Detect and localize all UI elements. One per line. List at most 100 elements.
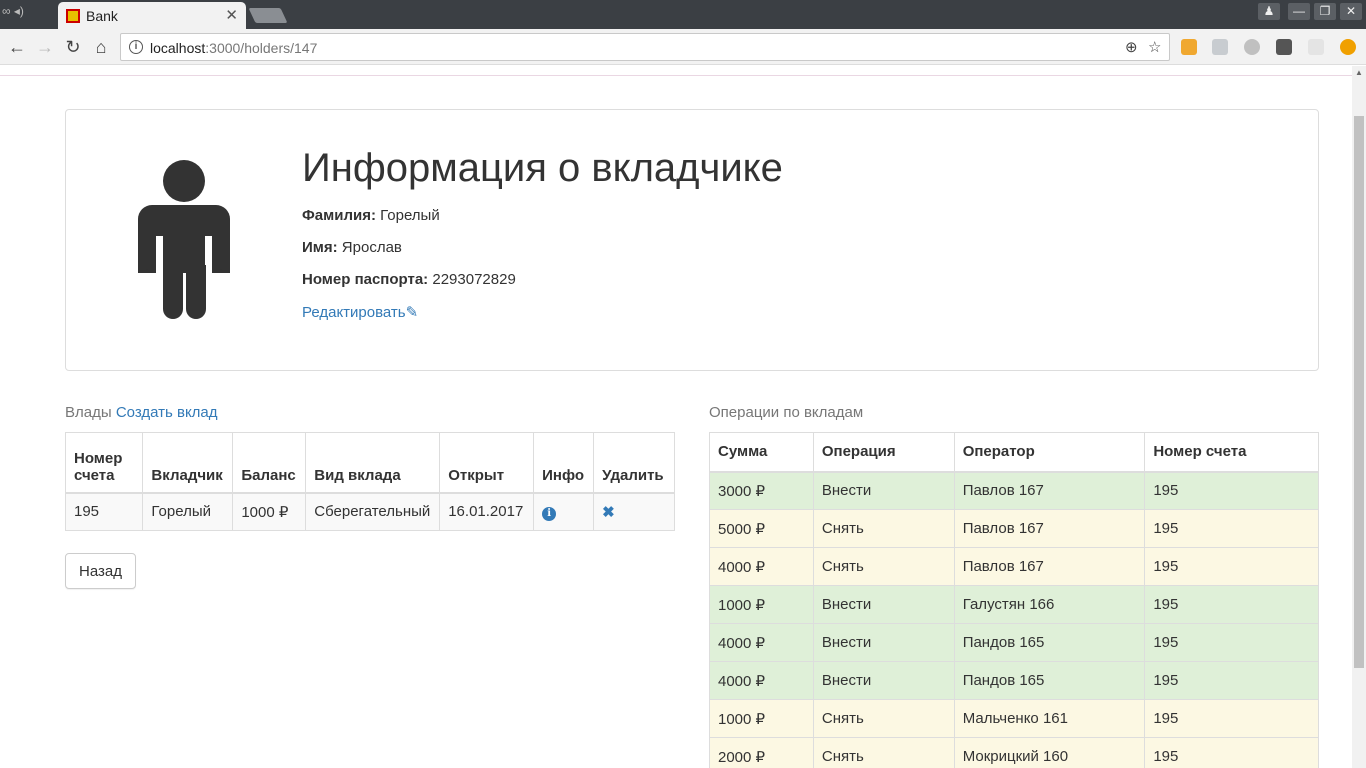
col-operator: Оператор (953, 432, 1146, 473)
audio-tab-icon[interactable]: ∞ ◂) (2, 4, 54, 26)
cell-delete: ✖ (593, 492, 675, 531)
tab-strip: ∞ ◂) Bank ✕ ♟ — ❐ ✕ (0, 0, 1366, 29)
cell-amount: 4000 ₽ (709, 623, 814, 662)
passport-line: Номер паспорта: 2293072829 (302, 271, 516, 288)
browser-toolbar: ← → ↻ ⌂ i localhost:3000/holders/147 ⊕ ☆ (0, 29, 1366, 65)
cell-operation: Снять (812, 509, 955, 548)
holder-info-panel: Информация о вкладчике Фамилия: Горелый … (65, 109, 1319, 371)
bulb-extension-icon[interactable] (1276, 39, 1292, 55)
table-row: 4000 ₽ Внести Пандов 165 195 (709, 661, 1319, 700)
cell-account-number: 195 (1144, 737, 1319, 768)
profile-icon[interactable]: ♟ (1258, 3, 1280, 20)
passport-value: 2293072829 (432, 271, 516, 288)
col-operation: Операция (812, 432, 955, 473)
scrollbar-thumb[interactable] (1354, 116, 1364, 668)
cell-operation: Внести (812, 585, 955, 624)
col-type: Вид вклада (305, 432, 441, 494)
page-title: Информация о вкладчике (302, 146, 783, 190)
cell-operator: Павлов 167 (953, 471, 1146, 510)
tab-bank[interactable]: Bank ✕ (58, 2, 246, 29)
back-arrow-icon[interactable]: ← (6, 36, 28, 58)
name-line: Имя: Ярослав (302, 239, 402, 256)
scroll-up-icon[interactable]: ▲ (1355, 68, 1363, 77)
cell-operator: Галустян 166 (953, 585, 1146, 624)
delete-icon[interactable]: ✖ (602, 504, 615, 521)
create-deposit-link[interactable]: Создать вклад (116, 404, 218, 421)
close-window-button[interactable]: ✕ (1340, 3, 1362, 20)
home-icon[interactable]: ⌂ (90, 36, 112, 58)
alert-menu-icon[interactable] (1340, 39, 1356, 55)
cell-operator: Мокрицкий 160 (953, 737, 1146, 768)
cell-operator: Мальченко 161 (953, 699, 1146, 738)
page-scrollbar[interactable]: ▲ (1352, 66, 1366, 768)
pencil-icon: ✎ (405, 304, 419, 321)
cell-account-number: 195 (1144, 661, 1319, 700)
cell-amount: 4000 ₽ (709, 661, 814, 700)
surname-line: Фамилия: Горелый (302, 207, 440, 224)
col-balance: Баланс (232, 432, 307, 494)
cell-opened: 16.01.2017 (439, 492, 535, 531)
table-row: 5000 ₽ Снять Павлов 167 195 (709, 509, 1319, 548)
col-holder: Вкладчик (142, 432, 234, 494)
col-delete: Удалить (593, 432, 675, 494)
restore-button[interactable]: ❐ (1314, 3, 1336, 20)
table-row: 3000 ₽ Внести Павлов 167 195 (709, 471, 1319, 510)
cell-operator: Пандов 165 (953, 623, 1146, 662)
page-content: Информация о вкладчике Фамилия: Горелый … (0, 66, 1352, 768)
cell-amount: 5000 ₽ (709, 509, 814, 548)
name-value: Ярослав (341, 239, 402, 256)
cell-operation: Снять (812, 699, 955, 738)
table-row: 195 Горелый 1000 ₽ Сберегательный 16.01.… (64, 492, 675, 531)
cell-amount: 4000 ₽ (709, 547, 814, 586)
deposits-table: Номер счета Вкладчик Баланс Вид вклада О… (64, 432, 675, 531)
back-button[interactable]: Назад (65, 553, 136, 589)
cell-operator: Павлов 167 (953, 509, 1146, 548)
cell-account-number: 195 (1144, 547, 1319, 586)
extension-icon[interactable] (1181, 39, 1197, 55)
col-info: Инфо (533, 432, 595, 494)
table-row: 1000 ₽ Снять Мальченко 161 195 (709, 699, 1319, 738)
circle-extension-icon[interactable] (1244, 39, 1260, 55)
col-opened: Открыт (439, 432, 535, 494)
table-row: 1000 ₽ Внести Галустян 166 195 (709, 585, 1319, 624)
cell-type: Сберегательный (305, 492, 441, 531)
col-account: Номер счета (64, 432, 144, 494)
deposits-caption: Влады Создать вклад (65, 404, 218, 421)
bookmark-star-icon[interactable]: ☆ (1148, 38, 1161, 56)
cell-account-number: 195 (1144, 623, 1319, 662)
info-icon[interactable]: i (542, 506, 557, 521)
cell-operator: Пандов 165 (953, 661, 1146, 700)
cell-operation: Внести (812, 471, 955, 510)
holder-details: Информация о вкладчике Фамилия: Горелый … (302, 146, 783, 335)
zoom-icon[interactable]: ⊕ (1125, 38, 1138, 56)
cell-operation: Снять (812, 737, 955, 768)
cell-account-number: 195 (1144, 585, 1319, 624)
person-icon (138, 160, 230, 320)
reload-icon[interactable]: ↻ (62, 36, 84, 58)
cell-amount: 1000 ₽ (709, 699, 814, 738)
cell-amount: 3000 ₽ (709, 471, 814, 510)
bank-favicon-icon (66, 9, 80, 23)
operations-caption: Операции по вкладам (709, 404, 864, 421)
mail-extension-icon[interactable] (1308, 39, 1324, 55)
forward-arrow-icon[interactable]: → (34, 36, 56, 58)
cell-account-number: 195 (1144, 471, 1319, 510)
edit-link[interactable]: Редактировать✎ (302, 304, 418, 321)
cell-account-number: 195 (1144, 699, 1319, 738)
minimize-button[interactable]: — (1288, 3, 1310, 20)
navbar-edge (0, 66, 1352, 76)
cell-account-number: 195 (1144, 509, 1319, 548)
site-info-icon[interactable]: i (129, 40, 143, 54)
table-row: 4000 ₽ Снять Павлов 167 195 (709, 547, 1319, 586)
new-tab-button[interactable] (248, 8, 288, 23)
table-row: 4000 ₽ Внести Пандов 165 195 (709, 623, 1319, 662)
cell-account: 195 (64, 492, 144, 531)
address-bar[interactable]: i localhost:3000/holders/147 ⊕ ☆ (120, 33, 1170, 61)
shield-extension-icon[interactable] (1212, 39, 1228, 55)
url-text: localhost:3000/holders/147 (150, 40, 318, 56)
cell-operation: Внести (812, 661, 955, 700)
close-tab-icon[interactable]: ✕ (225, 6, 238, 24)
tab-title: Bank (86, 8, 118, 24)
cell-operation: Снять (812, 547, 955, 586)
surname-value: Горелый (380, 207, 440, 224)
